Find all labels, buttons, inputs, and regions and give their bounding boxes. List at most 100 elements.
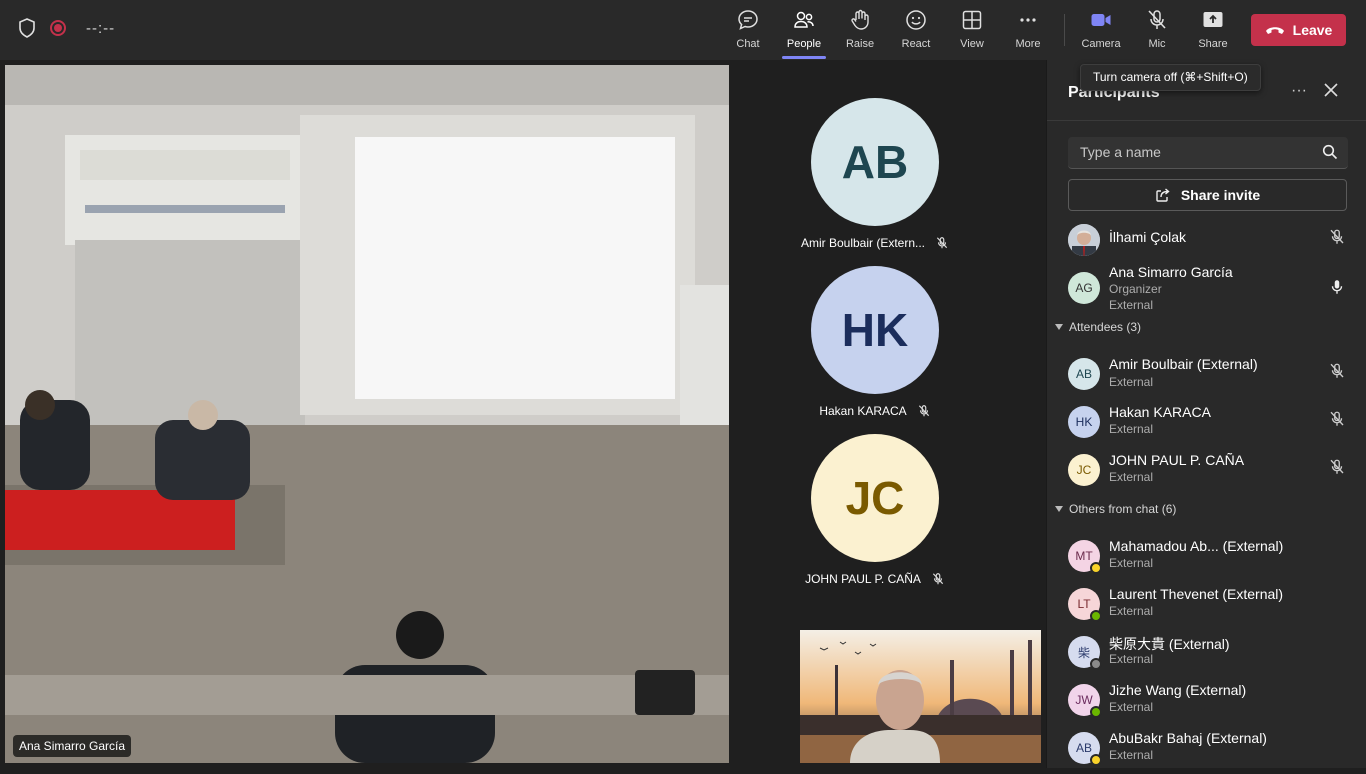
recording-icon [50, 20, 66, 36]
participant-type: External [1109, 700, 1154, 714]
avatar-initials: MT [1075, 549, 1093, 563]
tile-name-row: JOHN PAUL P. CAÑA [800, 572, 950, 586]
smiley-icon [906, 10, 926, 30]
view-button[interactable]: View [944, 8, 1000, 56]
camera-label: Camera [1081, 38, 1121, 50]
others-header: Others from chat (6) [1069, 502, 1177, 516]
raise-hand-button[interactable]: Raise [832, 8, 888, 56]
share-label: Share [1198, 38, 1228, 50]
participant-row[interactable]: AG Ana Simarro García Organizer External [1068, 264, 1358, 320]
people-button[interactable]: People [776, 8, 832, 56]
mic-off-icon[interactable] [1328, 228, 1346, 246]
tile-name: Hakan KARACA [819, 404, 907, 418]
participant-tile[interactable]: AB Amir Boulbair (Extern... [800, 98, 950, 250]
participant-name: Laurent Thevenet (External) [1109, 586, 1284, 602]
avatar-photo [1068, 224, 1100, 256]
participant-row[interactable]: JW Jizhe Wang (External) External [1068, 682, 1358, 726]
avatar: HK [811, 266, 939, 394]
close-panel-button[interactable] [1323, 82, 1339, 103]
attendees-section-header[interactable]: Attendees (3) [1055, 320, 1141, 334]
leave-button[interactable]: Leave [1251, 14, 1346, 46]
tile-name-row: Hakan KARACA [800, 404, 950, 418]
avatar: 柴 [1068, 636, 1102, 670]
mic-off-icon [932, 573, 943, 585]
participant-tile[interactable]: HK Hakan KARACA [800, 266, 950, 418]
avatar: JC [1068, 454, 1100, 486]
meeting-info: --:-- [18, 18, 115, 38]
leave-label: Leave [1292, 22, 1333, 38]
share-screen-icon [1203, 12, 1223, 27]
participant-row[interactable]: AB Amir Boulbair (External) External [1068, 356, 1358, 400]
participant-type: External [1109, 375, 1154, 389]
mic-button[interactable]: Mic [1129, 8, 1185, 56]
camera-icon [1091, 14, 1111, 26]
avatar: AG [1068, 272, 1100, 304]
hand-icon [851, 9, 869, 30]
participant-name: Amir Boulbair (External) [1109, 356, 1258, 372]
mic-off-icon [918, 405, 929, 417]
offline-status-icon [1090, 658, 1102, 670]
participant-name: JOHN PAUL P. CAÑA [1109, 452, 1245, 468]
react-label: React [901, 38, 931, 50]
panel-divider [1047, 120, 1366, 121]
raise-label: Raise [845, 38, 875, 50]
participant-row[interactable]: İlhami Çolak [1068, 222, 1358, 266]
participant-row[interactable]: HK Hakan KARACA External [1068, 404, 1358, 448]
participant-row[interactable]: MT Mahamadou Ab... (External) External [1068, 538, 1358, 582]
mic-label: Mic [1148, 38, 1166, 50]
participant-search [1068, 137, 1348, 169]
participant-name-tag: Ana Simarro García [13, 735, 132, 757]
grid-icon [962, 10, 982, 30]
hang-up-icon [1265, 27, 1284, 34]
participant-name: Jizhe Wang (External) [1109, 682, 1247, 698]
avatar-initials: LT [1077, 597, 1091, 611]
away-status-icon [1090, 754, 1102, 766]
participant-type: External [1109, 298, 1154, 312]
participant-name: Hakan KARACA [1109, 404, 1211, 420]
avatar: HK [1068, 406, 1100, 438]
people-label: People [786, 38, 822, 50]
attendees-header: Attendees (3) [1069, 320, 1142, 334]
chat-label: Chat [736, 38, 760, 50]
participant-row[interactable]: 柴 柴原大貴 (External) External [1068, 634, 1358, 678]
mic-icon[interactable] [1328, 278, 1346, 296]
participant-type: External [1109, 556, 1154, 570]
share-invite-button[interactable]: Share invite [1068, 179, 1347, 211]
camera-button[interactable]: Camera [1073, 8, 1129, 56]
search-input[interactable] [1068, 137, 1308, 167]
participant-name: Mahamadou Ab... (External) [1109, 538, 1284, 554]
self-view-video[interactable] [800, 630, 1041, 763]
participant-name: 柴原大貴 (External) [1109, 636, 1230, 652]
avatar: JC [811, 434, 939, 562]
more-button[interactable]: More [1000, 8, 1056, 56]
meeting-toolbar: --:-- Chat People Raise React View More … [0, 0, 1366, 60]
participant-name: İlhami Çolak [1109, 229, 1187, 245]
search-icon[interactable] [1322, 144, 1338, 160]
people-icon [794, 11, 814, 28]
participant-row[interactable]: JC JOHN PAUL P. CAÑA External [1068, 452, 1358, 496]
active-tab-indicator [782, 56, 826, 59]
avatar: MT [1068, 540, 1102, 574]
shield-icon[interactable] [18, 18, 36, 38]
others-section-header[interactable]: Others from chat (6) [1055, 502, 1176, 516]
participant-row[interactable]: LT Laurent Thevenet (External) External [1068, 586, 1358, 630]
avatar-initials: JW [1075, 693, 1093, 707]
avatar: AB [1068, 732, 1102, 766]
mic-off-icon[interactable] [1328, 458, 1346, 476]
share-button[interactable]: Share [1185, 8, 1241, 56]
chevron-down-icon [1055, 506, 1063, 512]
share-invite-label: Share invite [1180, 187, 1261, 203]
mic-off-icon[interactable] [1328, 410, 1346, 428]
participant-row[interactable]: AB AbuBakr Bahaj (External) External [1068, 730, 1358, 774]
conference-room-video [5, 65, 729, 763]
mic-off-icon[interactable] [1328, 362, 1346, 380]
close-icon [1324, 83, 1338, 97]
more-options-button[interactable]: ··· [1291, 82, 1307, 100]
main-video-feed[interactable]: Ana Simarro García [5, 65, 729, 763]
participant-tile[interactable]: JC JOHN PAUL P. CAÑA [800, 434, 950, 586]
tile-name-row: Amir Boulbair (Extern... [800, 236, 950, 250]
react-button[interactable]: React [888, 8, 944, 56]
chat-button[interactable]: Chat [720, 8, 776, 56]
mosque-background-video [800, 630, 1041, 763]
participant-type: External [1109, 470, 1154, 484]
